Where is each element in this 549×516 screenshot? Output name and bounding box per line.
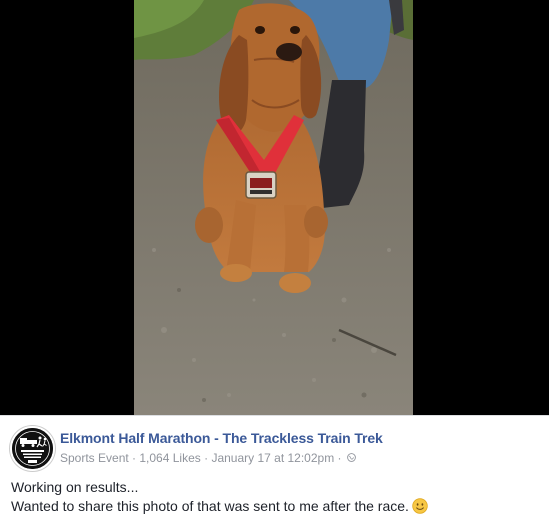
post-timestamp-link[interactable]: January 17 at 12:02pm xyxy=(211,451,334,465)
card-divider xyxy=(0,415,549,416)
post-photo[interactable] xyxy=(134,0,413,415)
post-meta: Sports Event · 1,064 Likes · January 17 … xyxy=(60,450,356,465)
meta-separator: · xyxy=(200,450,212,465)
race-logo-icon xyxy=(12,428,53,469)
page-avatar[interactable] xyxy=(10,426,55,471)
meta-separator: · xyxy=(334,450,345,465)
post-message-text: Wanted to share this photo of that was s… xyxy=(11,498,409,514)
dog-medal-image xyxy=(134,0,413,415)
globe-icon[interactable] xyxy=(347,453,356,463)
post-card: Elkmont Half Marathon - The Trackless Tr… xyxy=(0,415,549,516)
page-category: Sports Event xyxy=(60,450,129,465)
page-name-link[interactable]: Elkmont Half Marathon - The Trackless Tr… xyxy=(60,430,383,446)
post-message: Working on results... Wanted to share th… xyxy=(11,478,428,516)
photo-viewer xyxy=(0,0,549,415)
smile-emoji-icon xyxy=(412,498,428,514)
meta-separator: · xyxy=(128,450,140,465)
post-message-line-with-emoji: Wanted to share this photo of that was s… xyxy=(11,497,428,516)
likes-count-link[interactable]: 1,064 Likes xyxy=(139,451,200,465)
post-message-line: Working on results... xyxy=(11,479,139,495)
